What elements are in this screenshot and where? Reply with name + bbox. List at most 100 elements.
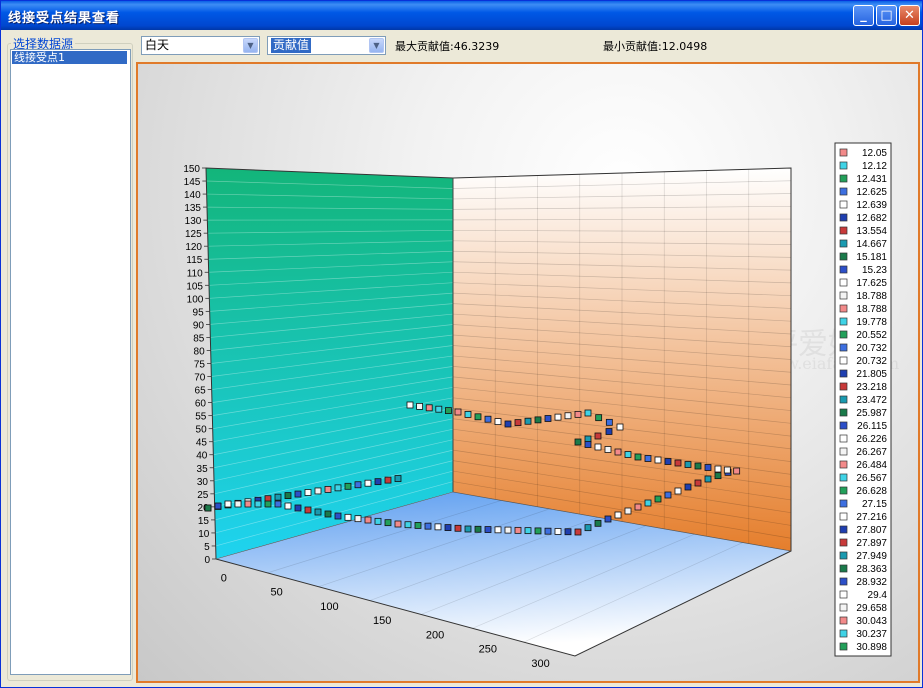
data-point xyxy=(484,415,492,423)
period-select-value: 白天 xyxy=(145,38,170,52)
data-point xyxy=(334,484,342,492)
data-point xyxy=(605,418,613,426)
app-window: 线接受点结果查看 _ □ ✕ 选择数据源 线接受点1 白天 ▼ 贡献值 ▼ 最大… xyxy=(0,0,923,688)
x-tick-label: 0 xyxy=(221,572,227,584)
legend-label: 29.658 xyxy=(856,603,887,614)
x-tick-label: 100 xyxy=(320,601,338,613)
data-point xyxy=(494,526,502,534)
data-point xyxy=(614,448,622,456)
maximize-icon: □ xyxy=(880,8,893,23)
y-tick-label: 30 xyxy=(197,477,209,488)
legend-label: 23.472 xyxy=(856,395,887,406)
close-button[interactable]: ✕ xyxy=(899,5,920,26)
data-point xyxy=(444,524,452,531)
data-point xyxy=(304,489,312,496)
y-tick-label: 55 xyxy=(195,412,207,423)
metric-select[interactable]: 贡献值 ▼ xyxy=(267,36,386,55)
data-point xyxy=(494,418,502,426)
data-point xyxy=(384,519,392,527)
data-point xyxy=(364,516,372,524)
minimize-icon: _ xyxy=(860,8,867,23)
title-bar[interactable]: 线接受点结果查看 _ □ ✕ xyxy=(1,1,922,30)
y-tick-label: 0 xyxy=(204,555,210,566)
data-point xyxy=(504,526,512,534)
data-point xyxy=(254,500,262,508)
chart-panel[interactable]: 环评爱好者 www.eiafans.com 0 5 10 15 20 25 30 35 40 45… xyxy=(136,62,920,683)
data-point xyxy=(534,416,542,424)
legend-swatch xyxy=(839,512,848,521)
legend-label: 28.932 xyxy=(856,577,887,588)
max-value-label: 最大贡献值:46.3239 xyxy=(395,40,500,53)
data-point xyxy=(574,528,582,536)
legend-label: 27.216 xyxy=(856,512,887,523)
y-tick-label: 25 xyxy=(197,490,209,501)
data-point xyxy=(484,526,492,533)
data-point xyxy=(264,500,272,508)
legend-swatch xyxy=(839,486,848,495)
data-point xyxy=(404,521,412,529)
legend-swatch xyxy=(839,343,848,352)
legend-swatch xyxy=(839,447,848,456)
legend-swatch xyxy=(839,382,848,391)
y-tick-label: 50 xyxy=(196,425,208,436)
maximize-button[interactable]: □ xyxy=(876,5,897,26)
data-point xyxy=(425,404,433,412)
legend-swatch xyxy=(839,590,848,599)
data-point xyxy=(354,481,362,489)
legend-swatch xyxy=(839,642,848,651)
legend-swatch xyxy=(839,291,848,300)
period-select[interactable]: 白天 ▼ xyxy=(141,36,260,55)
data-point xyxy=(544,527,552,535)
data-point xyxy=(604,446,612,453)
data-point xyxy=(364,479,372,487)
data-point xyxy=(244,500,252,508)
legend-label: 21.805 xyxy=(856,369,887,380)
data-point xyxy=(616,423,624,431)
data-point xyxy=(644,455,652,462)
data-point xyxy=(584,524,592,532)
y-tick-label: 90 xyxy=(193,320,205,331)
legend-swatch xyxy=(839,187,848,196)
data-point xyxy=(584,409,592,417)
legend-label: 26.267 xyxy=(856,447,887,458)
data-point xyxy=(314,487,322,495)
x-tick-label: 200 xyxy=(426,629,444,641)
data-point xyxy=(584,441,592,448)
data-point xyxy=(384,476,392,484)
data-point xyxy=(224,500,232,508)
chevron-down-icon[interactable]: ▼ xyxy=(369,38,384,53)
legend-label: 26.484 xyxy=(856,460,887,471)
legend-swatch xyxy=(839,408,848,417)
legend-label: 17.625 xyxy=(856,278,887,289)
legend-label: 25.987 xyxy=(856,408,887,419)
minimize-button[interactable]: _ xyxy=(853,5,874,26)
y-tick-label: 45 xyxy=(196,438,208,449)
data-point xyxy=(474,413,482,421)
data-point xyxy=(554,528,562,535)
data-source-list[interactable]: 线接受点1 xyxy=(10,49,131,675)
y-tick-label: 130 xyxy=(185,216,202,227)
data-point xyxy=(544,415,552,422)
chevron-down-icon[interactable]: ▼ xyxy=(243,38,258,53)
data-point xyxy=(624,451,632,458)
data-point xyxy=(374,478,382,486)
data-point xyxy=(574,410,582,418)
legend-label: 30.898 xyxy=(856,642,887,653)
list-item[interactable]: 线接受点1 xyxy=(12,51,127,64)
y-tick-label: 70 xyxy=(194,373,206,384)
data-point xyxy=(614,511,622,519)
legend-label: 30.237 xyxy=(856,629,887,640)
data-point xyxy=(644,499,652,507)
legend-label: 29.4 xyxy=(868,590,888,601)
data-point xyxy=(334,512,342,520)
legend-label: 30.043 xyxy=(856,616,887,627)
data-point xyxy=(564,528,572,536)
legend-swatch xyxy=(839,603,848,612)
legend-swatch xyxy=(839,161,848,170)
legend-label: 14.667 xyxy=(856,239,887,250)
data-point xyxy=(394,475,402,482)
y-tick-label: 150 xyxy=(183,164,200,175)
legend-swatch xyxy=(839,213,848,222)
legend-swatch xyxy=(839,200,848,209)
legend-label: 12.625 xyxy=(856,187,887,198)
